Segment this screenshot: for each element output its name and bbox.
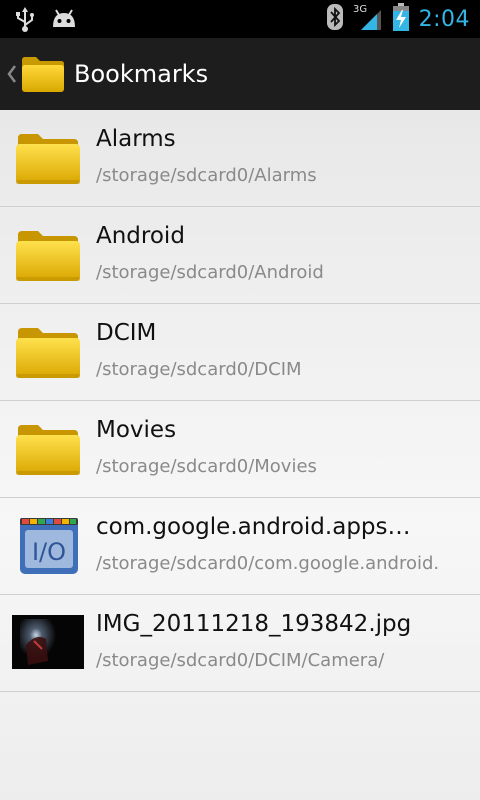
bookmark-path: /storage/sdcard0/DCIM/Camera/ — [96, 650, 385, 671]
list-item[interactable]: IMG_20111218_193842.jpg /storage/sdcard0… — [0, 595, 480, 692]
list-item[interactable]: Movies /storage/sdcard0/Movies — [0, 401, 480, 498]
bookmark-path: /storage/sdcard0/com.google.android. — [96, 553, 440, 574]
action-bar: Bookmarks — [0, 38, 480, 110]
folder-icon[interactable] — [20, 54, 66, 94]
folder-icon — [12, 225, 84, 285]
bookmark-path: /storage/sdcard0/Alarms — [96, 165, 317, 186]
status-bar: 3G 2:04 — [0, 0, 480, 38]
bookmark-name: Android — [96, 223, 185, 249]
bookmark-list-container: Alarms /storage/sdcard0/Alarms Android /… — [0, 110, 480, 800]
app-io-icon: I/O — [12, 516, 84, 576]
usb-icon — [14, 6, 36, 36]
list-item[interactable]: Alarms /storage/sdcard0/Alarms — [0, 110, 480, 207]
signal-icon: 3G — [353, 2, 383, 36]
list-item[interactable]: Android /storage/sdcard0/Android — [0, 207, 480, 304]
bluetooth-icon — [326, 4, 343, 34]
bookmark-name: IMG_20111218_193842.jpg — [96, 611, 412, 637]
image-thumbnail — [12, 615, 84, 669]
list-item[interactable]: DCIM /storage/sdcard0/DCIM — [0, 304, 480, 401]
up-navigation-icon[interactable] — [6, 60, 18, 88]
bookmark-name: com.google.android.apps… — [96, 514, 411, 540]
bookmark-list: Alarms /storage/sdcard0/Alarms Android /… — [0, 110, 480, 692]
bookmark-name: Alarms — [96, 126, 176, 152]
list-item[interactable]: I/O com.google.android.apps… /storage/sd… — [0, 498, 480, 595]
bookmark-path: /storage/sdcard0/DCIM — [96, 359, 302, 380]
folder-icon — [12, 128, 84, 188]
folder-icon — [12, 322, 84, 382]
battery-charging-icon — [392, 3, 409, 35]
network-type-label: 3G — [353, 4, 367, 15]
bookmark-name: DCIM — [96, 320, 157, 346]
bookmark-path: /storage/sdcard0/Movies — [96, 456, 317, 477]
svg-text:I/O: I/O — [32, 538, 66, 566]
bookmark-path: /storage/sdcard0/Android — [96, 262, 324, 283]
android-debug-icon — [50, 7, 78, 35]
clock: 2:04 — [418, 6, 470, 32]
folder-icon — [12, 419, 84, 479]
bookmark-name: Movies — [96, 417, 177, 443]
page-title: Bookmarks — [74, 60, 209, 88]
